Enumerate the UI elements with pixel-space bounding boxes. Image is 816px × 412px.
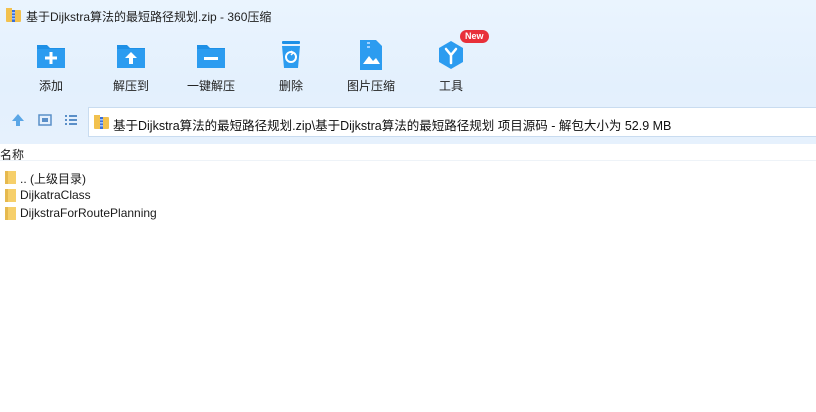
- folder-icon: [5, 189, 16, 202]
- path-text: 基于Dijkstra算法的最短路径规划.zip\基于Dijkstra算法的最短路…: [113, 119, 672, 133]
- one-click-extract-button[interactable]: 一键解压: [176, 34, 246, 98]
- navigation-bar: 基于Dijkstra算法的最短路径规划.zip\基于Dijkstra算法的最短路…: [0, 104, 816, 137]
- image-compress-button[interactable]: 图片压缩: [336, 34, 406, 98]
- add-icon: [37, 45, 65, 68]
- up-arrow-icon[interactable]: [10, 112, 26, 128]
- zip-archive-icon: [94, 115, 109, 129]
- extract-to-icon: [117, 45, 145, 68]
- folder-icon: [5, 171, 16, 184]
- list-item[interactable]: .. (上级目录): [0, 169, 400, 187]
- extract-to-button[interactable]: 解压到: [96, 34, 166, 98]
- delete-label: 删除: [278, 79, 303, 93]
- header-divider: [0, 160, 816, 161]
- toolbar: 添加 解压到 一键解压 删除 图片压缩 New 工具: [0, 30, 816, 98]
- list-item[interactable]: DijkatraClass: [0, 187, 400, 205]
- tools-icon: [439, 41, 463, 69]
- item-name: DijkstraForRoutePlanning: [20, 206, 157, 220]
- window-title: 基于Dijkstra算法的最短路径规划.zip - 360压缩: [26, 10, 272, 24]
- tools-label: 工具: [438, 79, 463, 93]
- add-button[interactable]: 添加: [16, 34, 86, 98]
- delete-button[interactable]: 删除: [256, 34, 326, 98]
- thumbnail-view-icon[interactable]: [37, 112, 53, 128]
- item-name: DijkatraClass: [20, 188, 91, 202]
- tools-button[interactable]: New 工具: [416, 30, 489, 98]
- item-name: .. (上级目录): [20, 172, 86, 186]
- top-panel: 基于Dijkstra算法的最短路径规划.zip - 360压缩 添加 解压到 一…: [0, 0, 816, 144]
- extract-to-label: 解压到: [112, 79, 149, 93]
- image-compress-icon: [360, 40, 382, 70]
- title-bar: 基于Dijkstra算法的最短路径规划.zip - 360压缩: [0, 0, 816, 30]
- zip-app-icon: [6, 8, 21, 22]
- delete-icon: [282, 41, 300, 68]
- list-view-icon[interactable]: [63, 112, 79, 128]
- list-item[interactable]: DijkstraForRoutePlanning: [0, 205, 400, 223]
- path-bar[interactable]: 基于Dijkstra算法的最短路径规划.zip\基于Dijkstra算法的最短路…: [88, 107, 816, 137]
- folder-icon: [5, 207, 16, 220]
- add-label: 添加: [38, 79, 63, 93]
- one-click-extract-icon: [197, 45, 225, 68]
- new-badge: New: [460, 30, 489, 43]
- one-click-extract-label: 一键解压: [186, 79, 235, 93]
- image-compress-label: 图片压缩: [346, 79, 395, 93]
